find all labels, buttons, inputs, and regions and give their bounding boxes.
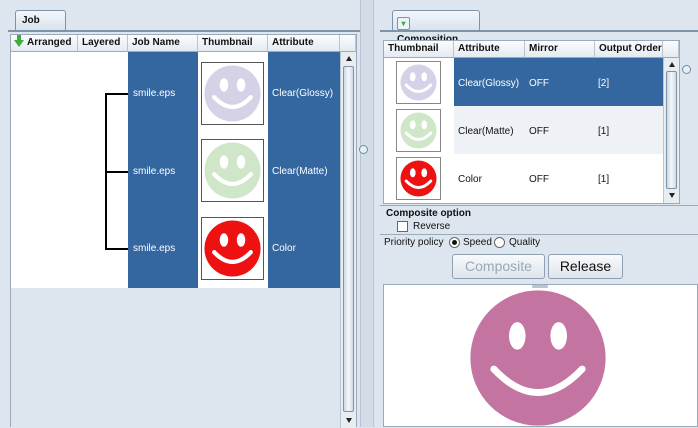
comp-mirror-cell[interactable]: OFF [529,126,549,137]
column-header-arranged[interactable]: Arranged [11,35,78,52]
scroll-down-arrow-icon[interactable] [669,193,675,198]
green-down-arrow-icon [14,35,24,51]
job-name-cell[interactable]: smile.eps [133,243,175,254]
comp-header-filler [663,41,679,58]
comp-mirror-cell[interactable]: OFF [529,174,549,185]
tab-composition[interactable]: ▾Composition [392,10,480,45]
comp-output-order-cell[interactable]: [1] [598,126,609,137]
comp-thumbnail[interactable] [396,61,441,104]
comp-thumbnail[interactable] [396,157,441,200]
comp-attribute-cell[interactable]: Color [458,174,482,185]
comp-output-order-cell[interactable]: [2] [598,78,609,89]
comp-header-thumbnail[interactable]: Thumbnail [384,41,454,58]
smiley-thumbnail-icon [400,112,437,149]
tab-job-list[interactable]: Job List [15,10,66,45]
composition-tab-icon: ▾ [397,17,410,30]
smiley-thumbnail-icon [400,160,437,197]
comp-output-order-cell[interactable]: [1] [598,174,609,185]
smiley-preview-icon [470,290,606,426]
comp-mirror-cell[interactable]: OFF [529,78,549,89]
priority-divider [380,234,698,235]
composition-table: Thumbnail Attribute Mirror Output Order … [383,40,680,204]
scrollbar-thumb[interactable] [666,71,677,189]
comp-header-mirror[interactable]: Mirror [525,41,595,58]
priority-quality-radio[interactable] [494,237,505,248]
comp-header-output-order[interactable]: Output Order [595,41,663,58]
layer-bracket-middle [105,171,128,173]
attribute-cell[interactable]: Clear(Matte) [272,166,328,177]
comp-header-attribute[interactable]: Attribute [454,41,525,58]
job-thumbnail[interactable] [201,139,264,202]
scroll-down-arrow-icon[interactable] [346,418,352,423]
column-header-attribute[interactable]: Attribute [268,35,340,52]
column-header-job-name[interactable]: Job Name [128,35,198,52]
comp-thumbnail[interactable] [396,109,441,152]
job-thumbnail[interactable] [201,62,264,125]
composite-preview-pane [383,284,698,427]
layer-bracket-top [105,93,128,95]
vertical-splitter[interactable] [360,0,374,427]
comp-attribute-cell[interactable]: Clear(Matte) [458,126,514,137]
job-list-tab-underline [8,30,360,32]
priority-speed-radio[interactable] [449,237,460,248]
attribute-cell[interactable]: Clear(Glossy) [272,88,333,99]
scroll-up-arrow-icon[interactable] [346,56,352,61]
composition-tab-underline [380,30,698,32]
preview-splitter-handle[interactable] [532,285,548,288]
smiley-thumbnail-icon [400,64,437,101]
column-header-layered[interactable]: Layered [78,35,128,52]
attribute-cell[interactable]: Color [272,243,296,254]
job-list-scrollbar[interactable] [340,52,356,428]
column-header-filler [340,35,356,52]
reverse-label[interactable]: Reverse [413,221,450,232]
composite-option-label: Composite option [386,208,471,219]
job-thumbnail[interactable] [201,217,264,280]
scrollbar-thumb[interactable] [343,66,354,412]
right-edge-handle-icon[interactable] [682,65,691,74]
smiley-thumbnail-icon [204,220,261,277]
scroll-up-arrow-icon[interactable] [669,62,675,67]
release-button[interactable]: Release [548,254,623,279]
job-name-cell[interactable]: smile.eps [133,166,175,177]
composite-button[interactable]: Composite [452,254,545,279]
job-list-empty-area [11,288,340,428]
priority-speed-label[interactable]: Speed [463,237,492,248]
priority-quality-label[interactable]: Quality [509,237,540,248]
composition-scrollbar[interactable] [663,58,679,203]
column-header-thumbnail[interactable]: Thumbnail [198,35,268,52]
priority-policy-label: Priority policy [384,237,444,248]
job-name-cell[interactable]: smile.eps [133,88,175,99]
job-list-table: Arranged Layered Job Name Thumbnail Attr… [10,34,357,428]
layer-bracket-bottom [105,248,128,250]
reverse-checkbox[interactable] [397,221,408,232]
smiley-thumbnail-icon [204,65,261,122]
smiley-thumbnail-icon [204,142,261,199]
composite-option-divider [380,205,698,206]
arranged-label: Arranged [27,37,72,48]
splitter-handle-icon[interactable] [359,145,368,154]
comp-attribute-cell[interactable]: Clear(Glossy) [458,78,519,89]
